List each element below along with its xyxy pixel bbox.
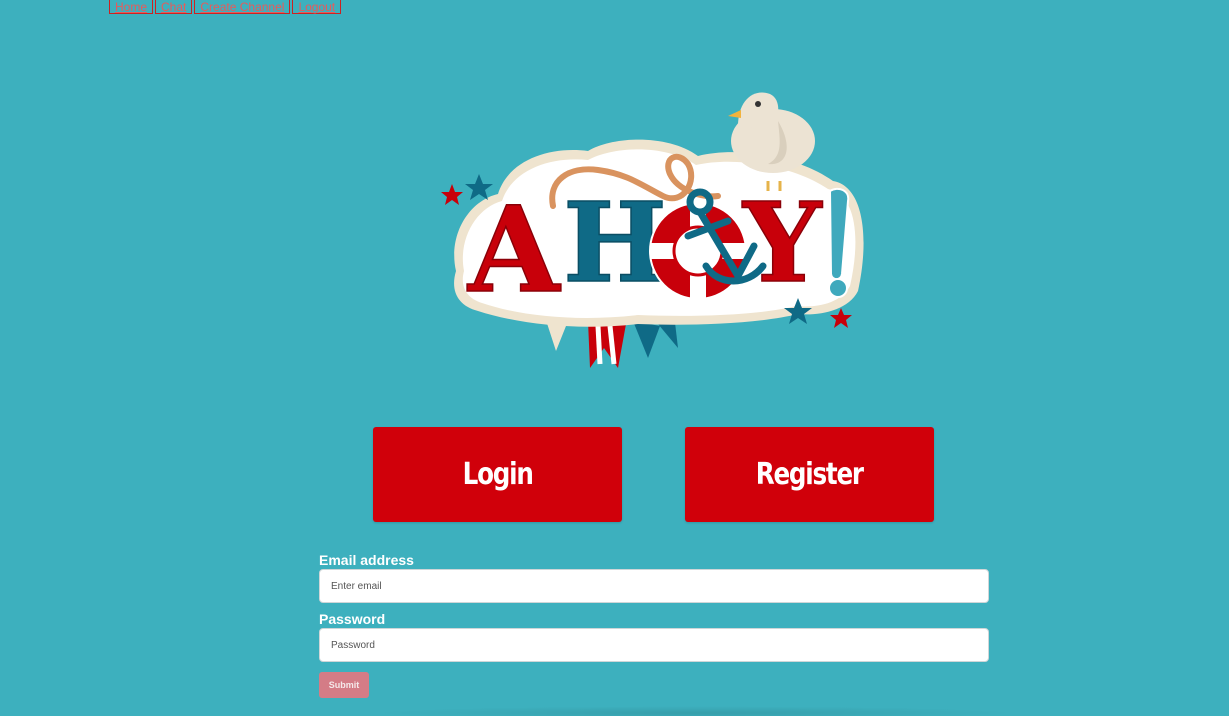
top-nav: Home Chat Create Channel Logout [109,0,342,14]
login-page: Home Chat Create Channel Logout A H Y Lo… [0,0,1229,716]
register-button-label: Register [755,457,864,492]
nav-create-channel-link[interactable]: Create Channel [194,0,291,14]
nav-logout-link[interactable]: Logout [292,0,342,14]
email-field[interactable] [319,569,989,603]
register-button[interactable]: Register [685,427,934,522]
password-field[interactable] [319,628,989,662]
logo-letter-a: A [467,180,561,319]
life-ring-icon [649,202,747,300]
nav-home-link[interactable]: Home [109,0,154,14]
login-button[interactable]: Login [373,427,622,522]
email-label: Email address [319,552,414,568]
nav-chat-link[interactable]: Chat [155,0,193,14]
password-label: Password [319,611,386,627]
login-form: Email address Password Submit [319,551,989,698]
bottom-shadow [370,706,1020,716]
ahoy-logo: A H Y [441,92,864,368]
submit-button[interactable]: Submit [319,672,369,698]
login-button-label: Login [462,457,534,492]
logo-letter-y: Y [742,178,823,307]
